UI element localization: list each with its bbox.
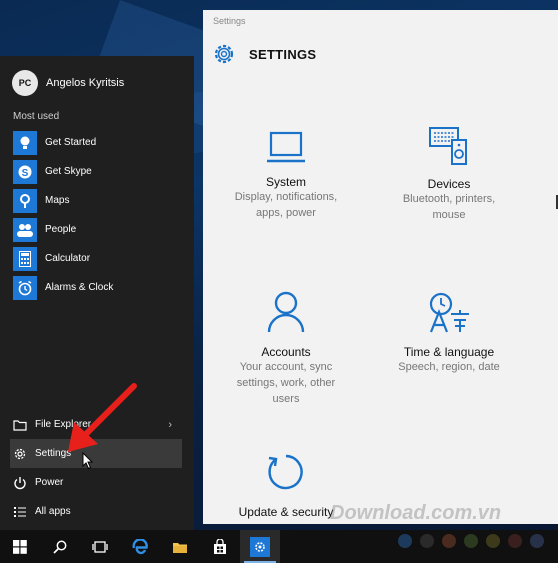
category-devices[interactable]: Devices Bluetooth, printers, mouse [384, 126, 514, 223]
lightbulb-icon [13, 130, 37, 155]
category-desc: mouse [432, 209, 466, 221]
category-time-language[interactable]: Time & language Speech, region, date [384, 290, 514, 375]
settings-app-tile [250, 536, 270, 557]
calculator-icon [13, 246, 37, 271]
app-calculator[interactable]: Calculator [13, 244, 183, 273]
item-label: All apps [35, 506, 71, 517]
app-label: People [45, 224, 77, 235]
start-menu: PC Angelos Kyritsis Most used Get Starte… [0, 56, 194, 530]
window-title: Settings [213, 16, 246, 26]
category-accounts[interactable]: Accounts Your account, sync settings, wo… [221, 290, 351, 407]
category-desc: Your account, sync [239, 361, 333, 373]
category-desc: Display, notifications, [234, 191, 338, 203]
user-account[interactable]: PC Angelos Kyritsis [12, 70, 124, 96]
task-view-icon [92, 540, 108, 553]
alarm-icon [13, 275, 37, 300]
search-button[interactable] [40, 530, 80, 563]
person-icon [267, 291, 305, 333]
all-apps-icon [14, 506, 26, 517]
app-label: Get Skype [45, 166, 92, 177]
dot [508, 534, 522, 548]
update-icon [268, 454, 303, 490]
app-get-skype[interactable]: S Get Skype [13, 157, 183, 186]
laptop-icon [267, 131, 305, 163]
category-system[interactable]: System Display, notifications, apps, pow… [221, 130, 351, 221]
avatar: PC [12, 70, 38, 96]
user-name: Angelos Kyritsis [46, 77, 125, 89]
most-used-list: Get Started S Get Skype Maps People Calc… [13, 128, 183, 302]
app-maps[interactable]: Maps [13, 186, 183, 215]
settings-header: SETTINGS [213, 43, 316, 65]
windows-logo-icon [13, 539, 27, 554]
dot [442, 534, 456, 548]
app-alarms-clock[interactable]: Alarms & Clock [13, 273, 183, 302]
settings-taskbar-button[interactable] [240, 530, 280, 563]
app-get-started[interactable]: Get Started [13, 128, 183, 157]
category-desc: users [272, 393, 300, 405]
watermark-dots [398, 534, 544, 548]
dot [530, 534, 544, 548]
page-title: SETTINGS [249, 46, 317, 62]
app-label: Alarms & Clock [45, 282, 114, 293]
category-name: Devices [427, 177, 471, 191]
dot [486, 534, 500, 548]
folder-icon [13, 419, 27, 431]
gear-icon [14, 448, 26, 459]
red-arrow-annotation [68, 383, 137, 452]
maps-icon [13, 188, 37, 213]
store-button[interactable] [200, 530, 240, 563]
svg-text:S: S [22, 168, 29, 179]
gear-icon [214, 44, 234, 64]
dot [420, 534, 434, 548]
task-view-button[interactable] [80, 530, 120, 563]
mouse-cursor-icon [82, 452, 94, 470]
item-label: Power [35, 477, 64, 488]
power-icon [14, 476, 26, 489]
folder-icon [173, 542, 187, 553]
app-label: Calculator [45, 253, 91, 264]
start-button[interactable] [0, 530, 40, 563]
time-language-icon [429, 292, 469, 333]
settings-window: Settings SETTINGS System Display, notifi… [203, 10, 558, 524]
category-name: System [265, 175, 306, 189]
category-desc: apps, power [256, 207, 316, 219]
category-name: Accounts [261, 345, 311, 359]
watermark: Download.com.vn [330, 502, 502, 524]
edge-button[interactable] [120, 530, 160, 563]
skype-icon: S [13, 159, 37, 184]
category-desc: Speech, region, date [398, 361, 500, 373]
app-people[interactable]: People [13, 215, 183, 244]
app-label: Maps [45, 195, 70, 206]
dot [464, 534, 478, 548]
dot [398, 534, 412, 548]
category-desc: Bluetooth, printers, [402, 193, 496, 205]
search-icon [53, 540, 67, 554]
category-desc: settings, work, other [236, 377, 336, 389]
most-used-heading: Most used [13, 111, 60, 122]
devices-icon [429, 127, 467, 165]
people-icon [13, 217, 37, 242]
start-item-all-apps[interactable]: All apps [10, 497, 182, 526]
file-explorer-button[interactable] [160, 530, 200, 563]
chevron-right-icon[interactable]: › [168, 419, 172, 431]
app-label: Get Started [45, 137, 97, 148]
store-icon [214, 538, 226, 554]
edge-icon [132, 538, 148, 554]
gear-icon [255, 541, 265, 552]
start-item-power[interactable]: Power [10, 468, 182, 497]
category-name: Time & language [403, 345, 495, 359]
